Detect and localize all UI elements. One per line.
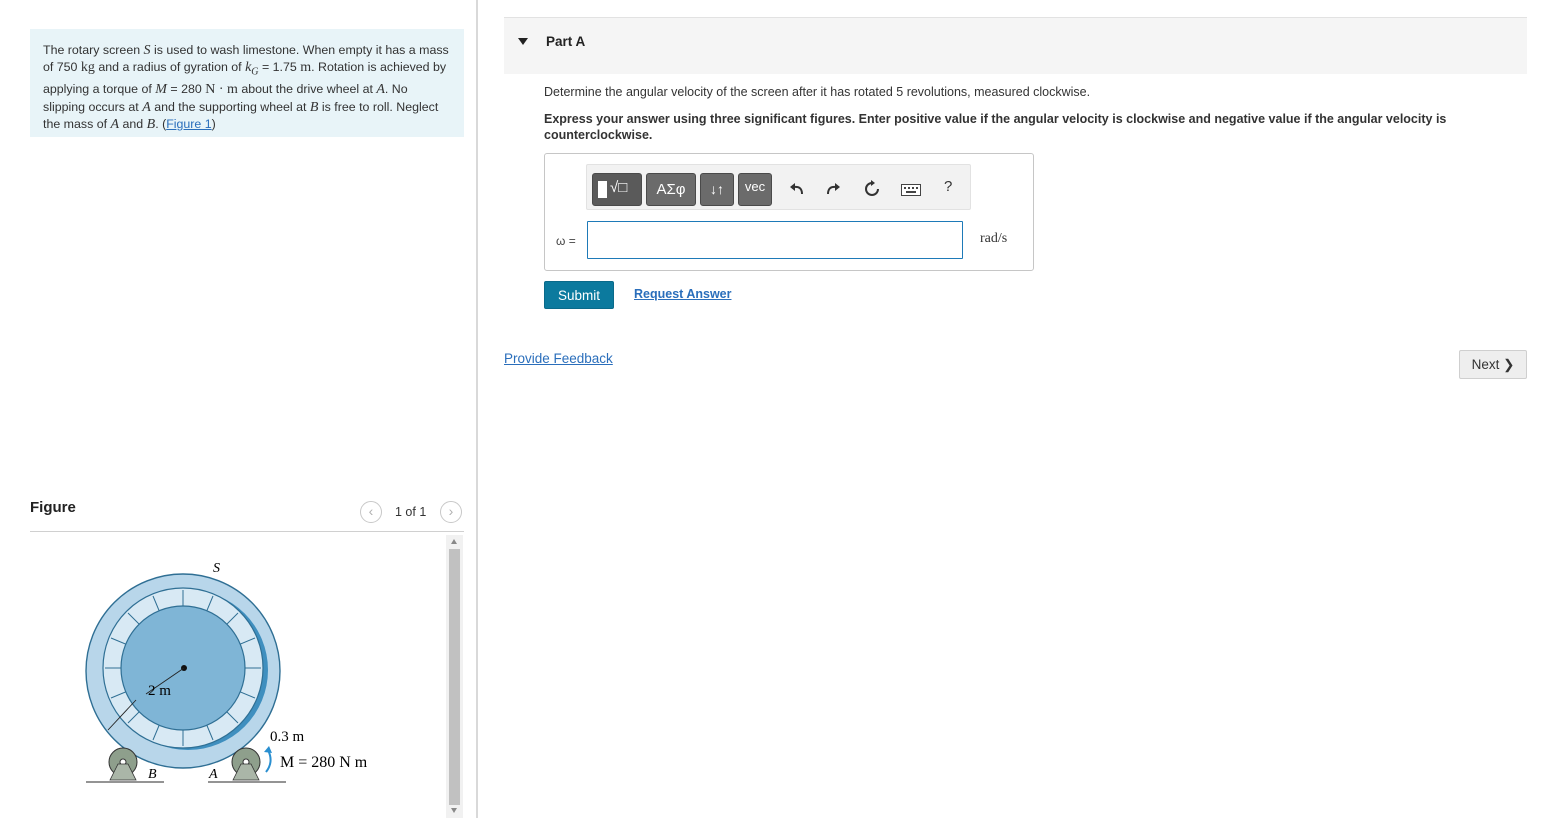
- symbol-b: B: [146, 117, 156, 133]
- figure-link[interactable]: Figure 1: [166, 117, 211, 131]
- vec-button[interactable]: vec: [738, 173, 772, 206]
- problem-text: and a radius of gyration of: [94, 60, 246, 75]
- column-divider: [476, 0, 478, 818]
- moment-arrowhead: [264, 746, 272, 753]
- submit-button[interactable]: Submit: [544, 281, 614, 309]
- unit-nm: N · m: [205, 82, 238, 98]
- part-header[interactable]: Part A: [504, 17, 1527, 74]
- figure-scrollbar[interactable]: [446, 535, 463, 818]
- symbol-s: S: [143, 43, 151, 58]
- problem-text: . (: [155, 117, 167, 132]
- templates-label: √□: [610, 179, 628, 196]
- question-text: Determine the angular velocity of the sc…: [544, 85, 1091, 99]
- collapse-triangle-icon[interactable]: [518, 38, 528, 45]
- label-radius: 2 m: [148, 683, 171, 699]
- symbol-m: M: [155, 82, 167, 98]
- answer-box: √□ ΑΣφ ↓↑ vec ? ω = rad/s: [544, 153, 1034, 271]
- problem-text: about the drive wheel at: [237, 82, 377, 97]
- greek-button[interactable]: ΑΣφ: [646, 173, 696, 206]
- arrows-button[interactable]: ↓↑: [700, 173, 734, 206]
- figure-pager: 1 of 1: [395, 505, 427, 519]
- reset-icon[interactable]: [863, 180, 881, 198]
- problem-text: The rotary screen: [43, 43, 144, 57]
- instruction-text: Express your answer using three signific…: [544, 112, 1447, 142]
- templates-button[interactable]: √□: [592, 173, 642, 206]
- symbol-a: A: [110, 117, 120, 133]
- figure-title: Figure: [30, 499, 76, 516]
- provide-feedback-link[interactable]: Provide Feedback: [504, 351, 613, 366]
- unit-kg: kg: [80, 60, 95, 76]
- label-a: A: [208, 767, 218, 782]
- template-block-icon: [598, 181, 607, 198]
- answer-input[interactable]: [587, 221, 963, 259]
- problem-text: = 280: [166, 82, 206, 97]
- moment-arrow: [265, 749, 272, 773]
- label-small-radius: 0.3 m: [270, 729, 305, 745]
- chevron-left-icon[interactable]: ‹: [360, 501, 382, 523]
- symbol-a: A: [142, 99, 151, 115]
- problem-text: and: [119, 117, 147, 132]
- chevron-right-icon[interactable]: ›: [440, 501, 462, 523]
- label-b: B: [148, 767, 157, 782]
- scroll-down-icon[interactable]: [451, 808, 457, 813]
- problem-statement: The rotary screen S is used to wash lime…: [30, 29, 464, 137]
- math-toolbar: √□ ΑΣφ ↓↑ vec ?: [586, 164, 971, 210]
- label-moment: M = 280 N m: [280, 754, 368, 771]
- omega-label: ω =: [556, 234, 576, 248]
- label-s: S: [213, 561, 220, 576]
- undo-icon[interactable]: [789, 180, 805, 196]
- symbol-a: A: [376, 82, 385, 98]
- part-title: Part A: [546, 34, 586, 49]
- next-button[interactable]: Next ❯: [1459, 350, 1527, 379]
- help-button[interactable]: ?: [944, 178, 952, 195]
- keyboard-icon[interactable]: [901, 184, 921, 196]
- symbol-g: G: [251, 66, 259, 78]
- unit-m: m: [300, 60, 312, 76]
- redo-icon[interactable]: [825, 180, 841, 196]
- scroll-up-icon[interactable]: [451, 539, 457, 544]
- problem-text: ): [211, 117, 216, 132]
- request-answer-link[interactable]: Request Answer: [634, 287, 731, 301]
- scroll-thumb[interactable]: [449, 549, 460, 805]
- unit-label: rad/s: [980, 231, 1008, 246]
- rotary-screen-figure: S 2 m 0.3 m B A M = 280 N m: [85, 561, 368, 783]
- problem-text: and the supporting wheel at: [150, 99, 310, 114]
- problem-text: = 1.75: [258, 60, 301, 75]
- figure-divider: [30, 531, 464, 532]
